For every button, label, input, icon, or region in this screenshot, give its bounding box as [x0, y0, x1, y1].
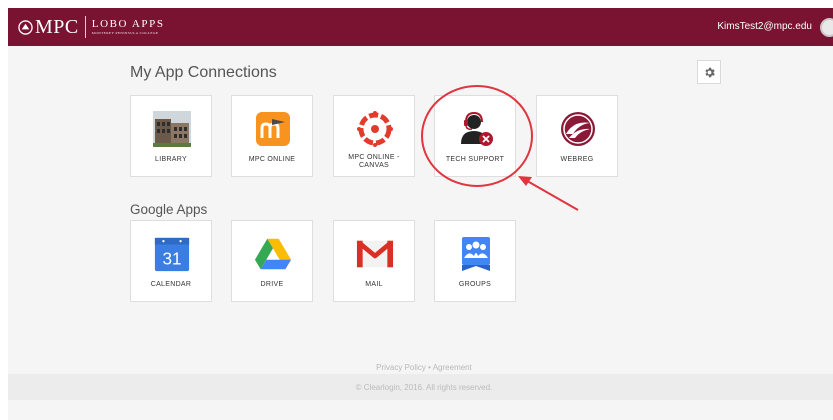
google-calendar-icon: 31	[153, 235, 191, 273]
my-apps-title: My App Connections	[130, 64, 277, 81]
app-tile-mpc-online[interactable]: MPC ONLINE	[231, 95, 313, 177]
app-tile-calendar[interactable]: 31 CALENDAR	[130, 220, 212, 302]
user-email[interactable]: KimsTest2@mpc.edu	[717, 21, 812, 32]
avatar[interactable]	[820, 18, 833, 37]
college-name: MONTEREY PENINSULA COLLEGE	[91, 30, 159, 35]
top-bar: MPC LOBO APPS MONTEREY PENINSULA COLLEGE…	[8, 8, 833, 46]
tile-label: LIBRARY	[155, 156, 187, 163]
app-tile-groups[interactable]: GROUPS	[434, 220, 516, 302]
app-tile-library[interactable]: LIBRARY	[130, 95, 212, 177]
tile-label: MPC ONLINE -	[348, 154, 400, 161]
tile-label-line2: CANVAS	[358, 162, 390, 170]
college-seal-icon	[18, 19, 33, 35]
tile-label: MAIL	[365, 281, 383, 288]
app-name: LOBO APPS	[91, 17, 165, 30]
tile-label: WEBREG	[560, 156, 594, 163]
google-drive-icon	[254, 235, 292, 273]
library-building-icon	[153, 110, 191, 148]
footer-links[interactable]: Privacy Policy • Agreement	[0, 363, 833, 372]
brand-text: MPC	[35, 15, 79, 38]
tile-label: MPC ONLINE	[248, 156, 296, 163]
mpc-logo[interactable]: MPC LOBO APPS MONTEREY PENINSULA COLLEGE	[18, 14, 165, 40]
tile-label: DRIVE	[260, 281, 284, 288]
footer-copyright: © Clearlogin, 2016. All rights reserved.	[355, 383, 493, 392]
logo-divider	[84, 16, 86, 38]
app-tile-tech-support[interactable]: TECH SUPPORT	[434, 95, 516, 177]
google-apps-title: Google Apps	[130, 202, 208, 217]
tech-support-headset-icon	[457, 110, 495, 148]
tile-label: GROUPS	[458, 281, 492, 288]
gmail-icon	[356, 235, 394, 273]
tile-label: TECH SUPPORT	[445, 156, 505, 163]
app-tile-canvas[interactable]: MPC ONLINE - CANVAS	[333, 95, 415, 177]
canvas-icon	[356, 110, 394, 148]
moodle-icon	[254, 110, 292, 148]
google-groups-icon	[457, 235, 495, 273]
app-tile-drive[interactable]: DRIVE	[231, 220, 313, 302]
app-tile-webreg[interactable]: WEBREG	[536, 95, 618, 177]
gear-icon	[704, 67, 715, 77]
webreg-icon	[559, 110, 597, 148]
tile-label: CALENDAR	[150, 281, 192, 288]
calendar-day: 31	[162, 249, 181, 268]
app-tile-mail[interactable]: MAIL	[333, 220, 415, 302]
settings-button[interactable]	[697, 60, 721, 84]
